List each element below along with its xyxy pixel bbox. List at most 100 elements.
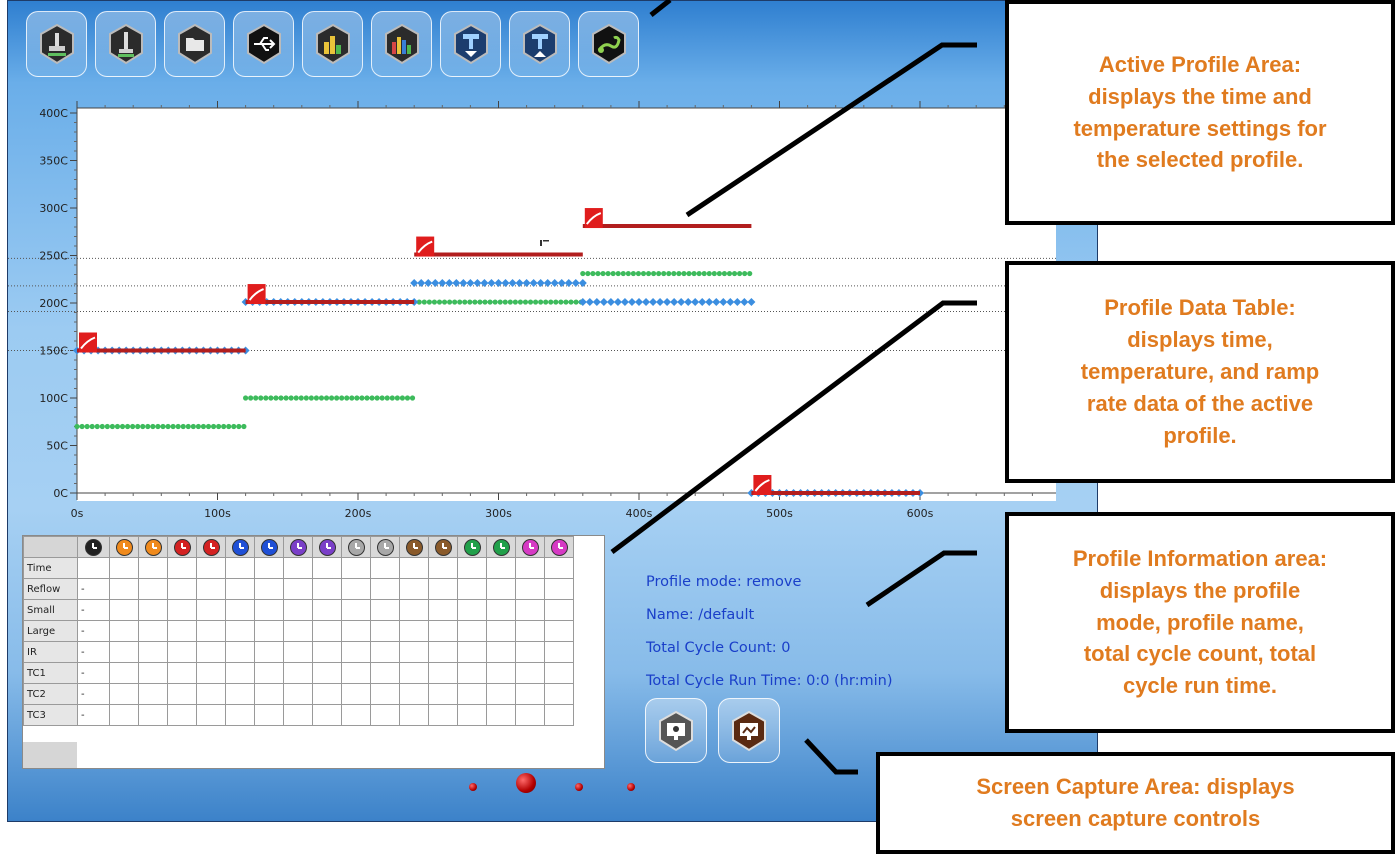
table-cell[interactable] bbox=[109, 683, 139, 705]
table-cell[interactable] bbox=[283, 620, 313, 642]
table-cell[interactable] bbox=[370, 620, 400, 642]
table-cell[interactable] bbox=[544, 578, 574, 600]
table-cell[interactable] bbox=[370, 599, 400, 621]
table-cell[interactable] bbox=[312, 578, 342, 600]
table-cell[interactable] bbox=[109, 641, 139, 663]
table-cell[interactable] bbox=[428, 683, 458, 705]
table-cell[interactable] bbox=[196, 704, 226, 726]
page-indicator-dot[interactable] bbox=[575, 783, 583, 791]
table-cell[interactable] bbox=[428, 599, 458, 621]
table-cell[interactable] bbox=[225, 641, 255, 663]
nozzle-down-button[interactable] bbox=[440, 11, 501, 77]
table-cell[interactable] bbox=[138, 683, 168, 705]
table-cell[interactable] bbox=[312, 599, 342, 621]
table-cell[interactable] bbox=[225, 599, 255, 621]
table-cell[interactable] bbox=[457, 620, 487, 642]
table-cell[interactable] bbox=[341, 620, 371, 642]
table-cell[interactable] bbox=[399, 662, 429, 684]
table-cell[interactable]: - bbox=[77, 620, 110, 642]
table-cell[interactable] bbox=[399, 557, 429, 579]
table-cell[interactable] bbox=[312, 683, 342, 705]
table-cell[interactable] bbox=[109, 557, 139, 579]
table-cell[interactable] bbox=[399, 599, 429, 621]
table-cell[interactable] bbox=[77, 557, 110, 579]
table-cell[interactable] bbox=[225, 620, 255, 642]
profile-step-column-header[interactable] bbox=[457, 536, 487, 558]
table-cell[interactable] bbox=[196, 683, 226, 705]
table-cell[interactable] bbox=[312, 662, 342, 684]
table-cell[interactable] bbox=[196, 641, 226, 663]
profile-step-column-header[interactable] bbox=[544, 536, 574, 558]
table-cell[interactable]: - bbox=[77, 578, 110, 600]
profile-step-column-header[interactable] bbox=[225, 536, 255, 558]
table-cell[interactable] bbox=[109, 704, 139, 726]
profile-step-column-header[interactable] bbox=[283, 536, 313, 558]
table-cell[interactable] bbox=[515, 683, 545, 705]
profile-step-column-header[interactable] bbox=[196, 536, 226, 558]
multi-bar-chart-button[interactable] bbox=[371, 11, 432, 77]
screen-capture-view-button[interactable] bbox=[718, 698, 780, 763]
table-cell[interactable] bbox=[457, 683, 487, 705]
table-cell[interactable] bbox=[138, 578, 168, 600]
table-cell[interactable] bbox=[312, 620, 342, 642]
table-cell[interactable]: - bbox=[77, 599, 110, 621]
table-cell[interactable] bbox=[399, 641, 429, 663]
table-cell[interactable] bbox=[428, 704, 458, 726]
table-cell[interactable] bbox=[486, 704, 516, 726]
table-cell[interactable] bbox=[341, 557, 371, 579]
table-cell[interactable] bbox=[138, 599, 168, 621]
table-cell[interactable] bbox=[544, 662, 574, 684]
table-cell[interactable] bbox=[370, 578, 400, 600]
table-cell[interactable] bbox=[515, 662, 545, 684]
table-cell[interactable] bbox=[370, 683, 400, 705]
table-cell[interactable] bbox=[457, 599, 487, 621]
table-cell[interactable] bbox=[254, 704, 284, 726]
table-cell[interactable] bbox=[283, 683, 313, 705]
table-cell[interactable] bbox=[486, 683, 516, 705]
table-cell[interactable] bbox=[515, 704, 545, 726]
table-cell[interactable] bbox=[225, 557, 255, 579]
table-cell[interactable] bbox=[457, 662, 487, 684]
table-cell[interactable] bbox=[167, 662, 197, 684]
table-cell[interactable] bbox=[109, 662, 139, 684]
profile-step-column-header[interactable] bbox=[515, 536, 545, 558]
nozzle-up-button[interactable] bbox=[509, 11, 570, 77]
table-cell[interactable] bbox=[515, 599, 545, 621]
table-cell[interactable] bbox=[167, 599, 197, 621]
page-indicator-dot-active[interactable] bbox=[516, 773, 536, 793]
table-cell[interactable] bbox=[167, 557, 197, 579]
table-cell[interactable] bbox=[109, 599, 139, 621]
table-cell[interactable] bbox=[225, 683, 255, 705]
table-cell[interactable] bbox=[167, 641, 197, 663]
table-cell[interactable] bbox=[138, 641, 168, 663]
table-cell[interactable] bbox=[457, 557, 487, 579]
table-cell[interactable] bbox=[544, 704, 574, 726]
table-cell[interactable] bbox=[254, 620, 284, 642]
page-indicator-dot[interactable] bbox=[627, 783, 635, 791]
table-cell[interactable]: - bbox=[77, 683, 110, 705]
usb-button[interactable] bbox=[233, 11, 294, 77]
table-cell[interactable]: - bbox=[77, 641, 110, 663]
profile-step-column-header[interactable] bbox=[399, 536, 429, 558]
table-cell[interactable]: - bbox=[77, 704, 110, 726]
table-cell[interactable] bbox=[399, 683, 429, 705]
table-cell[interactable] bbox=[486, 620, 516, 642]
table-cell[interactable] bbox=[283, 704, 313, 726]
table-cell[interactable] bbox=[486, 641, 516, 663]
table-cell[interactable] bbox=[428, 578, 458, 600]
table-cell[interactable] bbox=[167, 704, 197, 726]
screen-capture-button[interactable] bbox=[645, 698, 707, 763]
table-cell[interactable] bbox=[138, 620, 168, 642]
table-cell[interactable] bbox=[254, 683, 284, 705]
heater-nozzle-button[interactable] bbox=[26, 11, 87, 77]
table-cell[interactable] bbox=[109, 620, 139, 642]
profile-step-column-header[interactable] bbox=[138, 536, 168, 558]
profile-step-column-header[interactable] bbox=[428, 536, 458, 558]
table-cell[interactable] bbox=[196, 578, 226, 600]
table-cell[interactable] bbox=[341, 704, 371, 726]
table-cell[interactable] bbox=[399, 704, 429, 726]
table-cell[interactable] bbox=[428, 620, 458, 642]
table-cell[interactable] bbox=[196, 662, 226, 684]
profile-step-column-header[interactable] bbox=[109, 536, 139, 558]
table-cell[interactable] bbox=[341, 578, 371, 600]
